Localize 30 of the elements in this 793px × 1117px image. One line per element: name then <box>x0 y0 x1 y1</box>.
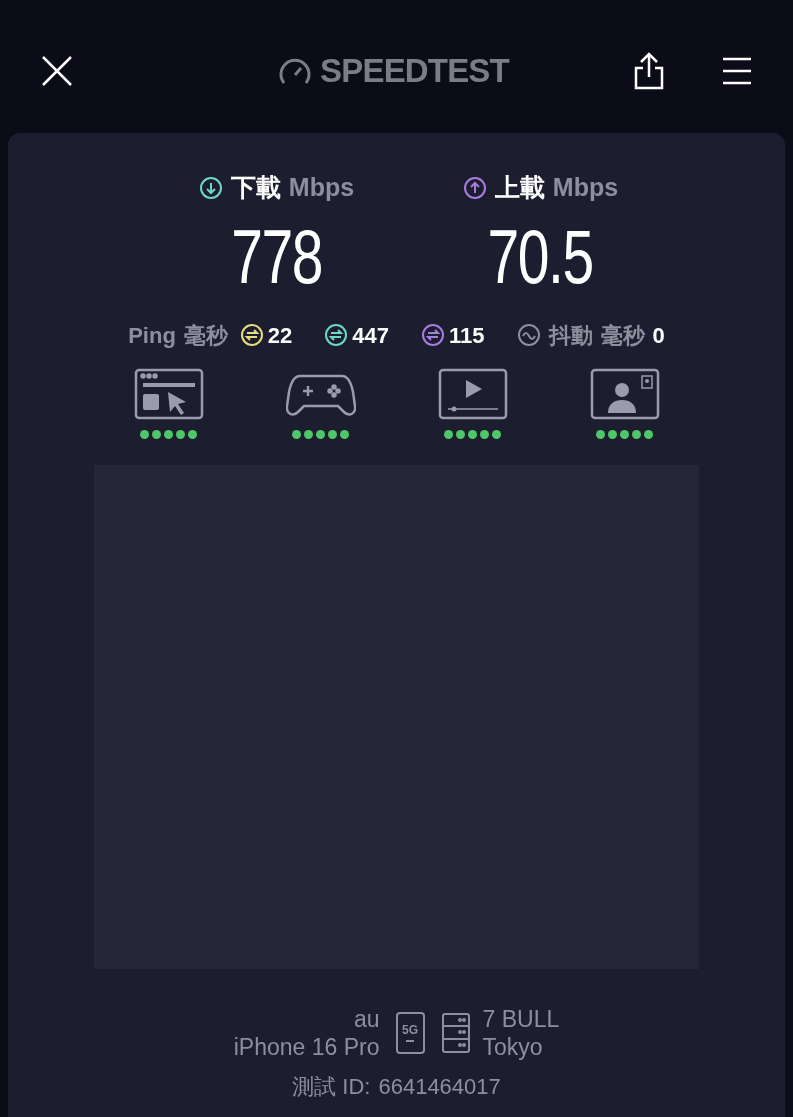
speed-unit: Mbps <box>552 172 619 203</box>
ping-value: 22 <box>267 321 293 350</box>
logo-text: SPEEDTEST <box>320 50 509 91</box>
speed-value: 778 <box>231 218 322 295</box>
network-type: 5G <box>402 1024 419 1037</box>
browser-window-icon <box>133 367 204 422</box>
server-name: 7 BULL <box>482 1004 560 1034</box>
ping-value: 447 <box>352 321 390 350</box>
test-id-label: 測試 ID: <box>292 1073 371 1101</box>
jitter-icon <box>516 323 541 347</box>
share-icon <box>633 50 665 91</box>
close-icon <box>40 53 74 88</box>
jitter-unit: 毫秒 <box>600 321 645 350</box>
person-card-icon <box>589 367 660 422</box>
ping-value: 115 <box>449 321 485 350</box>
ping-label: Ping <box>128 321 176 350</box>
jitter-value: 0 <box>652 321 665 350</box>
menu-icon <box>721 55 753 86</box>
carrier-name: au <box>353 1004 380 1034</box>
speed-value: 70.5 <box>487 218 594 295</box>
ping-unit: 毫秒 <box>183 321 228 350</box>
speed-unit: Mbps <box>288 172 355 203</box>
jitter-label: 抖動 <box>548 321 593 350</box>
server-location: Tokyo <box>482 1033 543 1062</box>
device-name: iPhone 16 Pro <box>233 1033 380 1062</box>
speed-label: 上載 <box>494 172 545 203</box>
video-player-icon <box>437 367 508 422</box>
server-icon <box>440 1012 471 1055</box>
speed-label: 下載 <box>230 172 281 203</box>
test-id-value: 6641464017 <box>378 1073 501 1101</box>
